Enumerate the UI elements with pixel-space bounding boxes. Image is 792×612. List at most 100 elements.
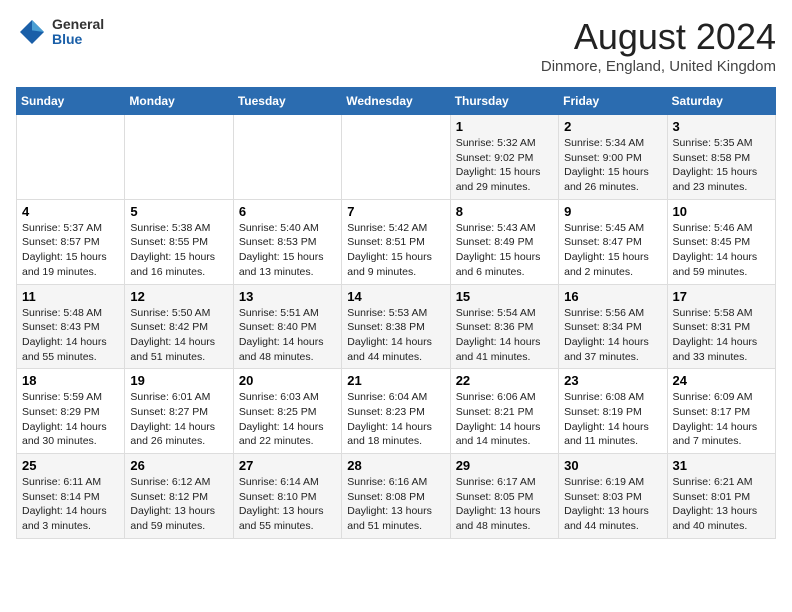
day-info: Sunrise: 6:14 AM Sunset: 8:10 PM Dayligh… [239, 475, 336, 534]
day-number: 19 [130, 373, 227, 388]
day-number: 6 [239, 204, 336, 219]
day-number: 31 [673, 458, 770, 473]
calendar-cell: 26Sunrise: 6:12 AM Sunset: 8:12 PM Dayli… [125, 454, 233, 539]
calendar-cell: 13 Sunrise: 5:51 AM Sunset: 8:40 PM Dayli… [233, 284, 341, 369]
calendar-cell: 21 Sunrise: 6:04 AM Sunset: 8:23 PM Dayli… [342, 369, 450, 454]
calendar-cell: 28Sunrise: 6:16 AM Sunset: 8:08 PM Dayli… [342, 454, 450, 539]
day-number: 7 [347, 204, 444, 219]
day-number: 21 [347, 373, 444, 388]
logo-icon [16, 16, 48, 48]
day-info: Sunrise: 6:08 AM Sunset: 8:19 PM Dayligh… [564, 390, 661, 449]
day-info: Sunrise: 5:37 AM Sunset: 8:57 PM Dayligh… [22, 221, 119, 280]
day-header: Tuesday [233, 88, 341, 115]
day-number: 29 [456, 458, 553, 473]
calendar-cell: 15Sunrise: 5:54 AM Sunset: 8:36 PM Dayli… [450, 284, 558, 369]
day-number: 9 [564, 204, 661, 219]
calendar-cell: 29 Sunrise: 6:17 AM Sunset: 8:05 PM Dayli… [450, 454, 558, 539]
day-number: 22 [456, 373, 553, 388]
calendar-week-row: 4 Sunrise: 5:37 AM Sunset: 8:57 PM Daylig… [17, 199, 776, 284]
day-number: 15 [456, 289, 553, 304]
day-header: Sunday [17, 88, 125, 115]
calendar-week-row: 18 Sunrise: 5:59 AM Sunset: 8:29 PM Dayli… [17, 369, 776, 454]
day-number: 16 [564, 289, 661, 304]
day-info: Sunrise: 6:01 AM Sunset: 8:27 PM Dayligh… [130, 390, 227, 449]
calendar-week-row: 25 Sunrise: 6:11 AM Sunset: 8:14 PM Dayli… [17, 454, 776, 539]
day-info: Sunrise: 5:40 AM Sunset: 8:53 PM Dayligh… [239, 221, 336, 280]
day-info: Sunrise: 5:51 AM Sunset: 8:40 PM Dayligh… [239, 306, 336, 365]
day-info: Sunrise: 5:38 AM Sunset: 8:55 PM Dayligh… [130, 221, 227, 280]
logo-general: General [52, 17, 104, 32]
day-number: 25 [22, 458, 119, 473]
calendar-cell: 14 Sunrise: 5:53 AM Sunset: 8:38 PM Dayli… [342, 284, 450, 369]
day-info: Sunrise: 6:04 AM Sunset: 8:23 PM Dayligh… [347, 390, 444, 449]
calendar-cell: 31 Sunrise: 6:21 AM Sunset: 8:01 PM Dayli… [667, 454, 775, 539]
calendar-cell: 5 Sunrise: 5:38 AM Sunset: 8:55 PM Daylig… [125, 199, 233, 284]
calendar-cell: 2Sunrise: 5:34 AM Sunset: 9:00 PM Daylig… [559, 115, 667, 200]
day-info: Sunrise: 5:56 AM Sunset: 8:34 PM Dayligh… [564, 306, 661, 365]
calendar-cell [233, 115, 341, 200]
page-header: General Blue August 2024 Dinmore, Englan… [16, 16, 776, 75]
day-number: 30 [564, 458, 661, 473]
calendar-cell: 22 Sunrise: 6:06 AM Sunset: 8:21 PM Dayli… [450, 369, 558, 454]
logo: General Blue [16, 16, 104, 48]
day-info: Sunrise: 6:19 AM Sunset: 8:03 PM Dayligh… [564, 475, 661, 534]
main-title: August 2024 [541, 16, 776, 58]
day-number: 4 [22, 204, 119, 219]
calendar-table: SundayMondayTuesdayWednesdayThursdayFrid… [16, 87, 776, 539]
day-info: Sunrise: 6:06 AM Sunset: 8:21 PM Dayligh… [456, 390, 553, 449]
calendar-cell: 27Sunrise: 6:14 AM Sunset: 8:10 PM Dayli… [233, 454, 341, 539]
day-number: 14 [347, 289, 444, 304]
calendar-cell [17, 115, 125, 200]
day-info: Sunrise: 6:21 AM Sunset: 8:01 PM Dayligh… [673, 475, 770, 534]
calendar-cell: 6 Sunrise: 5:40 AM Sunset: 8:53 PM Daylig… [233, 199, 341, 284]
day-number: 12 [130, 289, 227, 304]
day-info: Sunrise: 5:53 AM Sunset: 8:38 PM Dayligh… [347, 306, 444, 365]
day-header: Saturday [667, 88, 775, 115]
day-number: 24 [673, 373, 770, 388]
day-number: 20 [239, 373, 336, 388]
logo-text: General Blue [52, 17, 104, 48]
calendar-cell: 18 Sunrise: 5:59 AM Sunset: 8:29 PM Dayli… [17, 369, 125, 454]
day-header: Monday [125, 88, 233, 115]
calendar-cell: 9 Sunrise: 5:45 AM Sunset: 8:47 PM Daylig… [559, 199, 667, 284]
day-info: Sunrise: 5:35 AM Sunset: 8:58 PM Dayligh… [673, 136, 770, 195]
day-number: 8 [456, 204, 553, 219]
day-info: Sunrise: 6:11 AM Sunset: 8:14 PM Dayligh… [22, 475, 119, 534]
calendar-cell: 12 Sunrise: 5:50 AM Sunset: 8:42 PM Dayli… [125, 284, 233, 369]
calendar-cell: 17Sunrise: 5:58 AM Sunset: 8:31 PM Dayli… [667, 284, 775, 369]
calendar-cell: 7 Sunrise: 5:42 AM Sunset: 8:51 PM Daylig… [342, 199, 450, 284]
calendar-cell: 16 Sunrise: 5:56 AM Sunset: 8:34 PM Dayli… [559, 284, 667, 369]
calendar-cell: 20Sunrise: 6:03 AM Sunset: 8:25 PM Dayli… [233, 369, 341, 454]
day-info: Sunrise: 6:17 AM Sunset: 8:05 PM Dayligh… [456, 475, 553, 534]
day-info: Sunrise: 6:12 AM Sunset: 8:12 PM Dayligh… [130, 475, 227, 534]
day-number: 1 [456, 119, 553, 134]
day-info: Sunrise: 6:09 AM Sunset: 8:17 PM Dayligh… [673, 390, 770, 449]
day-info: Sunrise: 5:32 AM Sunset: 9:02 PM Dayligh… [456, 136, 553, 195]
day-number: 5 [130, 204, 227, 219]
calendar-cell: 11 Sunrise: 5:48 AM Sunset: 8:43 PM Dayli… [17, 284, 125, 369]
day-number: 10 [673, 204, 770, 219]
day-info: Sunrise: 5:59 AM Sunset: 8:29 PM Dayligh… [22, 390, 119, 449]
day-number: 11 [22, 289, 119, 304]
day-number: 18 [22, 373, 119, 388]
calendar-week-row: 11 Sunrise: 5:48 AM Sunset: 8:43 PM Dayli… [17, 284, 776, 369]
title-block: August 2024 Dinmore, England, United Kin… [541, 16, 776, 75]
day-header: Friday [559, 88, 667, 115]
calendar-cell: 10 Sunrise: 5:46 AM Sunset: 8:45 PM Dayli… [667, 199, 775, 284]
day-info: Sunrise: 5:50 AM Sunset: 8:42 PM Dayligh… [130, 306, 227, 365]
calendar-cell: 24 Sunrise: 6:09 AM Sunset: 8:17 PM Dayli… [667, 369, 775, 454]
calendar-cell: 30 Sunrise: 6:19 AM Sunset: 8:03 PM Dayli… [559, 454, 667, 539]
calendar-cell: 8Sunrise: 5:43 AM Sunset: 8:49 PM Daylig… [450, 199, 558, 284]
calendar-cell [342, 115, 450, 200]
calendar-cell [125, 115, 233, 200]
calendar-cell: 4 Sunrise: 5:37 AM Sunset: 8:57 PM Daylig… [17, 199, 125, 284]
day-info: Sunrise: 5:48 AM Sunset: 8:43 PM Dayligh… [22, 306, 119, 365]
day-number: 2 [564, 119, 661, 134]
day-info: Sunrise: 5:42 AM Sunset: 8:51 PM Dayligh… [347, 221, 444, 280]
logo-blue: Blue [52, 32, 104, 47]
day-number: 13 [239, 289, 336, 304]
calendar-cell: 19 Sunrise: 6:01 AM Sunset: 8:27 PM Dayli… [125, 369, 233, 454]
calendar-cell: 3Sunrise: 5:35 AM Sunset: 8:58 PM Daylig… [667, 115, 775, 200]
day-info: Sunrise: 5:45 AM Sunset: 8:47 PM Dayligh… [564, 221, 661, 280]
day-info: Sunrise: 5:46 AM Sunset: 8:45 PM Dayligh… [673, 221, 770, 280]
